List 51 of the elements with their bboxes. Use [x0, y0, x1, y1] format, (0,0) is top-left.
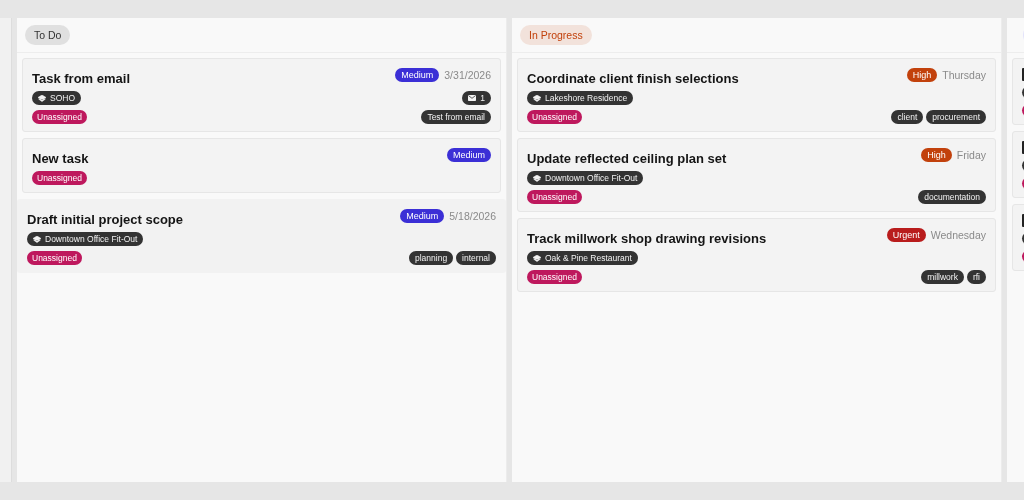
- card-title: Draft initial project scope: [27, 212, 184, 227]
- task-card[interactable]: New task Medium Unassigned: [22, 138, 501, 193]
- priority-badge: High: [906, 68, 938, 82]
- assignee-chip[interactable]: Unassigned: [32, 171, 87, 185]
- card-title: Update reflected ceiling plan set: [527, 151, 727, 166]
- task-card[interactable]: Coordinate client finish selections High Thursday Lakeshore Residence Unassigned client procurement: [517, 58, 996, 132]
- tag-chip: millwork: [921, 270, 964, 284]
- assignee-chip[interactable]: Unassigned: [32, 110, 87, 124]
- due-date: Wednesday: [930, 229, 986, 241]
- priority-badge: High: [921, 148, 952, 162]
- due-date: 5/18/2026: [449, 210, 496, 222]
- column-header[interactable]: In Progress: [520, 25, 592, 45]
- task-card[interactable]: Track millwork shop drawing revisions Urgent Wednesday Oak & Pine Restaurant Unassigned millwork rfi: [517, 218, 996, 292]
- assignee-chip[interactable]: Unassigned: [527, 110, 582, 124]
- due-date: Friday: [956, 149, 986, 161]
- tag-chip: planning: [408, 251, 454, 265]
- project-chip[interactable]: Lakeshore Residence: [527, 91, 634, 105]
- task-card[interactable]: Task from email Medium 3/31/2026 SOHO 1 Unassigned Test from email: [22, 58, 501, 132]
- priority-badge: Urgent: [886, 228, 926, 242]
- tag-chip: client: [891, 110, 924, 124]
- task-card[interactable]: Draft initial project scope Medium 5/18/2026 Downtown Office Fit-Out Unassigned planning internal: [17, 199, 506, 273]
- layers-icon: [533, 94, 541, 102]
- assignee-chip[interactable]: Unassigned: [27, 251, 82, 265]
- layers-icon: [33, 235, 41, 243]
- card-title: New task: [32, 151, 89, 166]
- project-chip[interactable]: SOHO: [32, 91, 82, 105]
- email-count-chip: 1: [462, 91, 491, 105]
- due-date: Thursday: [942, 69, 986, 81]
- tag-chip: internal: [456, 251, 496, 265]
- layers-icon: [533, 254, 541, 262]
- column-header[interactable]: To Do: [25, 25, 71, 45]
- due-date: 3/31/2026: [444, 69, 491, 81]
- assignee-chip[interactable]: Unassigned: [527, 270, 582, 284]
- priority-badge: Medium: [447, 148, 491, 162]
- card-title: Track millwork shop drawing revisions: [527, 231, 767, 246]
- tag-chip: documentation: [918, 190, 986, 204]
- card-title: Task from email: [32, 71, 131, 86]
- card-title: Coordinate client finish selections: [527, 71, 739, 86]
- envelope-icon: [468, 95, 477, 101]
- tag-chip: Test from email: [421, 110, 491, 124]
- project-chip[interactable]: Downtown Office Fit-Out: [527, 171, 644, 185]
- priority-badge: Medium: [400, 209, 445, 223]
- tag-chip: procurement: [926, 110, 986, 124]
- priority-badge: Medium: [395, 68, 440, 82]
- layers-icon: [38, 94, 46, 102]
- tag-chip: rfi: [966, 270, 986, 284]
- task-card[interactable]: Update reflected ceiling plan set High Friday Downtown Office Fit-Out Unassigned documentation: [517, 138, 996, 212]
- assignee-chip[interactable]: Unassigned: [527, 190, 582, 204]
- project-chip[interactable]: Downtown Office Fit-Out: [27, 232, 144, 246]
- project-chip[interactable]: Oak & Pine Restaurant: [527, 251, 638, 265]
- layers-icon: [533, 174, 541, 182]
